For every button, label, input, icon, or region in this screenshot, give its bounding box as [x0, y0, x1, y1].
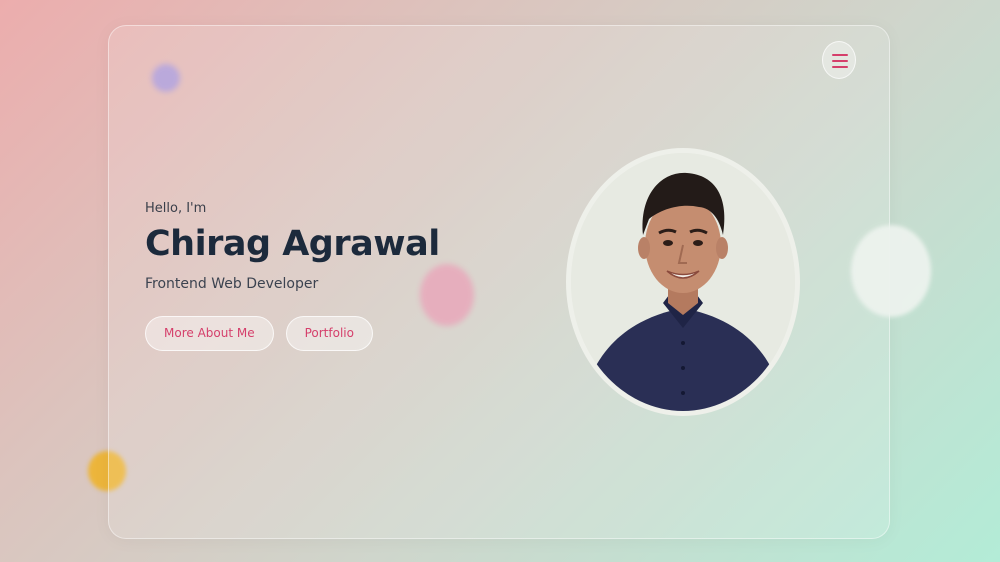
- avatar: [566, 148, 800, 416]
- intro-section: Hello, I'm Chirag Agrawal Frontend Web D…: [145, 201, 440, 351]
- page-title: Chirag Agrawal: [145, 224, 440, 264]
- hamburger-icon-bar: [832, 60, 848, 62]
- hamburger-icon-bar: [832, 66, 848, 68]
- role-subtitle: Frontend Web Developer: [145, 275, 319, 292]
- profile-photo-image: [571, 153, 795, 411]
- hero-card: Hello, I'm Chirag Agrawal Frontend Web D…: [108, 25, 890, 539]
- menu-button[interactable]: [822, 41, 856, 79]
- portfolio-button[interactable]: Portfolio: [285, 315, 373, 351]
- hamburger-icon: [832, 54, 848, 56]
- more-about-me-button[interactable]: More About Me: [145, 315, 274, 351]
- greeting-text: Hello, I'm: [145, 201, 207, 216]
- decor-blob-white: [851, 225, 931, 317]
- hero-actions: More About Me Portfolio: [145, 315, 440, 351]
